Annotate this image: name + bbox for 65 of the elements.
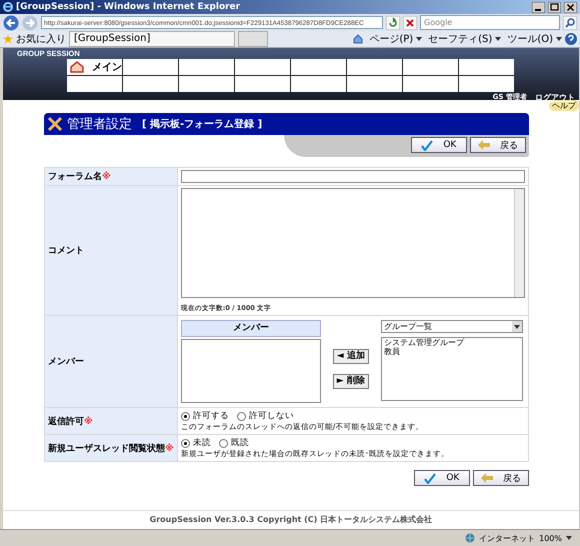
security-zone: インターネット (479, 532, 536, 544)
radio-button[interactable] (236, 412, 246, 420)
forum-name-field[interactable] (180, 170, 525, 183)
star-icon[interactable] (3, 34, 13, 44)
scrollbar[interactable] (514, 189, 524, 297)
house-icon (70, 61, 84, 73)
field-label: コメント (48, 246, 84, 256)
member-list-header: メンバー (180, 320, 321, 337)
maximize-button[interactable] (548, 2, 561, 12)
radio-button[interactable] (180, 438, 190, 448)
minimize-button[interactable] (532, 2, 545, 12)
ok-button[interactable]: OK (414, 470, 470, 486)
radio-button[interactable] (218, 438, 228, 448)
remove-button[interactable]: ► 削除 (332, 374, 369, 389)
caret-icon (566, 536, 572, 540)
ok-button[interactable]: OK (410, 137, 467, 153)
stop-button[interactable] (403, 16, 417, 30)
zoom-level[interactable]: 100% (539, 534, 562, 542)
page-subtitle: [ 掲示板-フォーラム登録 ] (142, 118, 262, 131)
field-label: 返信許可※ (48, 416, 93, 426)
caret-icon (495, 37, 502, 41)
left-arrow-icon (478, 140, 490, 150)
group-item[interactable]: 教員 (382, 347, 522, 356)
member-list[interactable] (180, 339, 321, 403)
toolbar-menu[interactable]: ページ(P) (369, 32, 414, 46)
field-label: 新規ユーザスレッド閲覧状態※ (48, 444, 174, 454)
radio-label[interactable]: 未読 (192, 437, 211, 449)
check-icon (421, 140, 434, 150)
browser-logo-icon (3, 2, 13, 12)
favorites-button[interactable]: お気に入り (16, 32, 66, 46)
page-title: 管理者設定 (67, 116, 132, 133)
toolbar-menu[interactable]: セーフティ(S) (428, 32, 492, 46)
add-button[interactable]: ◄ 追加 (332, 349, 369, 364)
back-button[interactable] (3, 14, 19, 30)
search-field[interactable]: Google (420, 15, 560, 30)
back-button[interactable]: 戻る (470, 137, 526, 153)
radio-label[interactable]: 許可する (192, 410, 229, 422)
footer-text: GroupSession Ver.3.0.3 Copyright (C) 日本トータルシステム株式会社 (3, 510, 579, 529)
caret-icon (514, 324, 520, 328)
radio-label[interactable]: 既読 (230, 437, 249, 449)
home-icon[interactable] (353, 34, 364, 44)
window-title: [GroupSession] - Windows Internet Explorer (16, 2, 242, 12)
caret-icon (416, 37, 422, 41)
nav-item[interactable]: メイン (67, 59, 122, 75)
browser-tab[interactable]: [GroupSession] (69, 31, 235, 47)
group-list[interactable]: システム管理グループ 教員 (380, 337, 523, 401)
field-label: メンバー (48, 357, 84, 367)
close-button[interactable] (564, 2, 577, 12)
refresh-button[interactable] (386, 16, 400, 30)
help-link[interactable]: ヘルプ (548, 100, 579, 111)
check-icon (424, 472, 436, 484)
radio-button[interactable] (180, 412, 190, 420)
toolbar-menu[interactable]: ツール(O) (507, 32, 553, 46)
field-label: フォーラム名※ (48, 172, 111, 182)
radio-label[interactable]: 許可しない (248, 410, 294, 422)
group-dropdown[interactable]: グループ一覧 (380, 320, 523, 333)
scrollbar[interactable] (578, 48, 580, 529)
left-arrow-icon (480, 473, 493, 483)
search-icon[interactable] (563, 16, 577, 30)
back-button[interactable]: 戻る (472, 470, 529, 486)
help-icon[interactable] (565, 33, 577, 45)
comment-field[interactable] (180, 188, 525, 298)
caret-icon (556, 37, 562, 41)
globe-icon (465, 533, 476, 543)
group-item[interactable]: システム管理グループ (382, 338, 522, 347)
